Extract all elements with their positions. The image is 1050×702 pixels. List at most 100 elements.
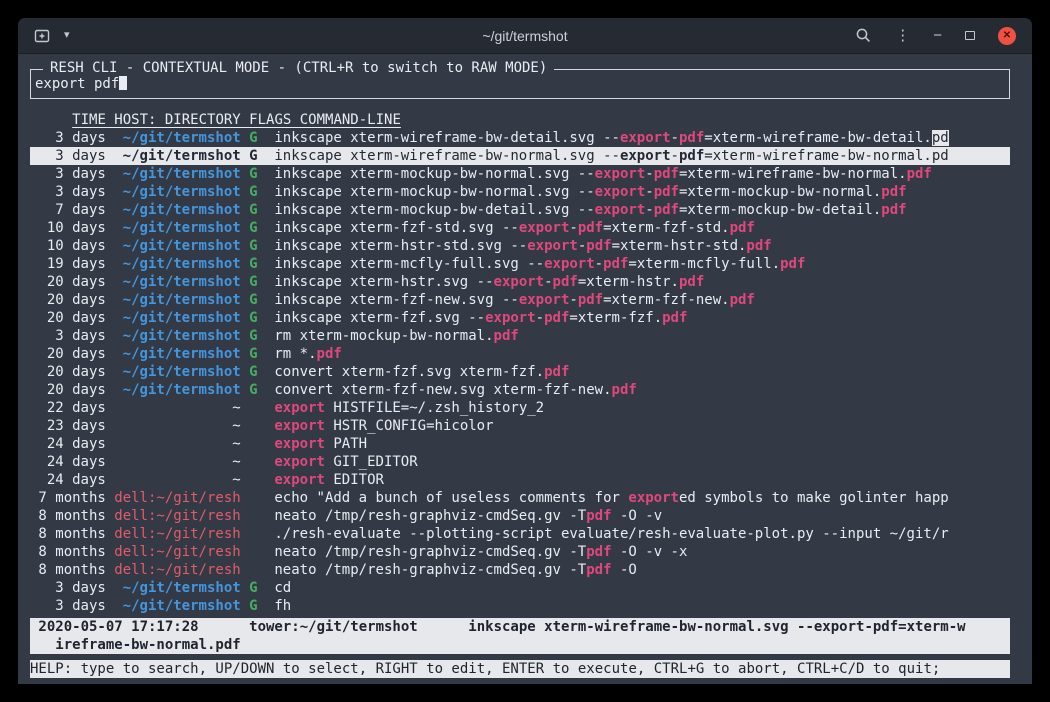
history-row[interactable]: 8 monthsdell:~/git/resh ./resh-evaluate … [30,525,1010,543]
host-cell: ~ [114,471,240,489]
search-input[interactable]: export pdf [35,74,1005,94]
match-highlight: export [494,274,545,290]
table-header: TIME HOST: DIRECTORY FLAGS COMMAND-LINE [30,111,1010,129]
history-row[interactable]: 20 days~/git/termshotGconvert xterm-fzf-… [30,381,1010,399]
chevron-down-icon[interactable]: ▾ [64,30,70,41]
history-row[interactable]: 8 monthsdell:~/git/resh neato /tmp/resh-… [30,507,1010,525]
command-text: inkscape xterm-mcfly-full.svg -- [274,256,544,272]
time-cell: 24 days [30,453,106,471]
flags-cell: G [249,147,257,165]
titlebar[interactable]: ▾ ~/git/termshot ⋮ − ✕ [18,18,1032,54]
match-highlight: pdf [553,274,578,290]
kebab-menu-button[interactable]: ⋮ [895,28,910,43]
terminal-window: ▾ ~/git/termshot ⋮ − ✕ RESH CLI - CONTEX… [18,18,1032,684]
history-row[interactable]: 10 days~/git/termshotGinkscape xterm-hst… [30,237,1010,255]
flags-cell: G [249,309,257,327]
command-text: rm xterm-mockup-bw-normal. [274,328,493,344]
history-row[interactable]: 22 days~ export HISTFILE=~/.zsh_history_… [30,399,1010,417]
host-cell: dell:~/git/resh [114,561,240,579]
command-text: ed symbols to make golinter happ [679,490,949,506]
flags-cell: G [249,201,257,219]
command-text: =xterm-hstr. [578,274,679,290]
command-text: inkscape xterm-wireframe-bw-detail.svg -… [274,130,620,146]
search-button[interactable] [855,27,872,44]
minimize-button[interactable]: − [933,28,942,43]
command-text: -O [612,562,637,578]
close-button[interactable]: ✕ [998,27,1016,45]
host-cell: ~/git/termshot [114,201,240,219]
search-icon [855,27,872,44]
history-row[interactable]: 3 days~/git/termshotGrm xterm-mockup-bw-… [30,327,1010,345]
match-highlight: pdf [679,130,704,146]
status-bar: 2020-05-07 17:17:28 tower:~/git/termshot… [30,618,1010,654]
command-text: inkscape xterm-fzf-std.svg -- [274,220,518,236]
new-tab-button[interactable] [34,28,52,44]
flags-cell [249,543,257,561]
flags-cell: G [249,219,257,237]
command-cell: inkscape xterm-mockup-bw-detail.svg --ex… [274,201,1010,219]
history-row[interactable]: 8 monthsdell:~/git/resh neato /tmp/resh-… [30,561,1010,579]
history-row[interactable]: 7 days ~/git/termshot Ginkscape xterm-mock… [30,201,1010,219]
match-highlight: pdf [603,256,628,272]
host-cell: ~/git/termshot [114,345,240,363]
history-row[interactable]: 7 monthsdell:~/git/resh echo "Add a bunc… [30,489,1010,507]
match-highlight: export [274,418,325,434]
time-cell: 3 days [30,165,106,183]
match-highlight: export [274,400,325,416]
history-row[interactable]: 20 days~/git/termshotGconvert xterm-fzf.… [30,363,1010,381]
command-text: - [578,238,586,254]
host-cell: ~/git/termshot [114,363,240,381]
history-row[interactable]: 23 days~ export HSTR_CONFIG=hicolor [30,417,1010,435]
history-row[interactable]: 24 days~ export EDITOR [30,471,1010,489]
history-row[interactable]: 3 days~/git/termshotGcd [30,579,1010,597]
history-row[interactable]: 3 days~/git/termshotGfh [30,597,1010,615]
command-text: inkscape xterm-mockup-bw-detail.svg -- [274,202,594,218]
time-cell: 7 days [30,201,106,219]
command-text: fh [274,598,291,614]
command-text: inkscape xterm-fzf.svg -- [274,310,485,326]
command-text: =xterm-wireframe-bw-normal.pd [704,148,948,164]
flags-cell: G [249,345,257,363]
history-row[interactable]: 20 days~/git/termshotGinkscape xterm-hst… [30,273,1010,291]
command-cell: rm *.pdf [274,345,1010,363]
match-highlight: export [544,256,595,272]
history-row[interactable]: 8 monthsdell:~/git/resh neato /tmp/resh-… [30,543,1010,561]
command-cell: export GIT_EDITOR [274,453,1010,471]
command-text: echo "Add a bunch of useless comments fo… [274,490,628,506]
time-cell: 8 months [30,543,106,561]
command-text: =xterm-wireframe-bw-normal. [679,166,907,182]
command-text: - [645,166,653,182]
host-cell: ~ [114,417,240,435]
close-icon: ✕ [1003,31,1011,41]
history-row[interactable]: 19 days~/git/termshotGinkscape xterm-mcf… [30,255,1010,273]
match-highlight: pdf [881,202,906,218]
history-row[interactable]: 3 days~/git/termshotGinkscape xterm-wire… [30,147,1010,165]
match-highlight: pdf [730,220,755,236]
command-text: -O -v -x [612,544,688,560]
host-cell: ~ [114,435,240,453]
history-row[interactable]: 3 days~/git/termshotGinkscape xterm-wire… [30,129,1010,147]
host-cell: dell:~/git/resh [114,543,240,561]
command-cell: inkscape xterm-wireframe-bw-normal.svg -… [274,147,1010,165]
command-text: =xterm-fzf-std. [603,220,729,236]
history-row[interactable]: 20 days~/git/termshotGrm *.pdf [30,345,1010,363]
history-row[interactable]: 24 days~ export GIT_EDITOR [30,453,1010,471]
match-highlight: pdf [654,166,679,182]
history-row[interactable]: 10 days~/git/termshotGinkscape xterm-fzf… [30,219,1010,237]
table-header-lead [30,112,72,128]
resh-cli-screen: RESH CLI - CONTEXTUAL MODE - (CTRL+R to … [30,69,1010,678]
flags-cell [249,453,257,471]
command-text: HISTFILE=~/.zsh_history_2 [325,400,544,416]
history-row[interactable]: 3 days~/git/termshotGinkscape xterm-mock… [30,183,1010,201]
history-row[interactable]: 24 days~ export PATH [30,435,1010,453]
match-highlight: pdf [586,238,611,254]
history-row[interactable]: 20 days~/git/termshotGinkscape xterm-fzf… [30,291,1010,309]
history-row[interactable]: 20 days~/git/termshotGinkscape xterm-fzf… [30,309,1010,327]
command-cell: inkscape xterm-mockup-bw-normal.svg --ex… [274,165,1010,183]
history-row[interactable]: 3 days~/git/termshotGinkscape xterm-mock… [30,165,1010,183]
match-highlight: export [620,130,671,146]
match-highlight: pdf [654,184,679,200]
restore-button[interactable] [965,31,975,40]
command-text: =xterm-mockup-bw-detail. [679,202,881,218]
flags-cell [249,525,257,543]
